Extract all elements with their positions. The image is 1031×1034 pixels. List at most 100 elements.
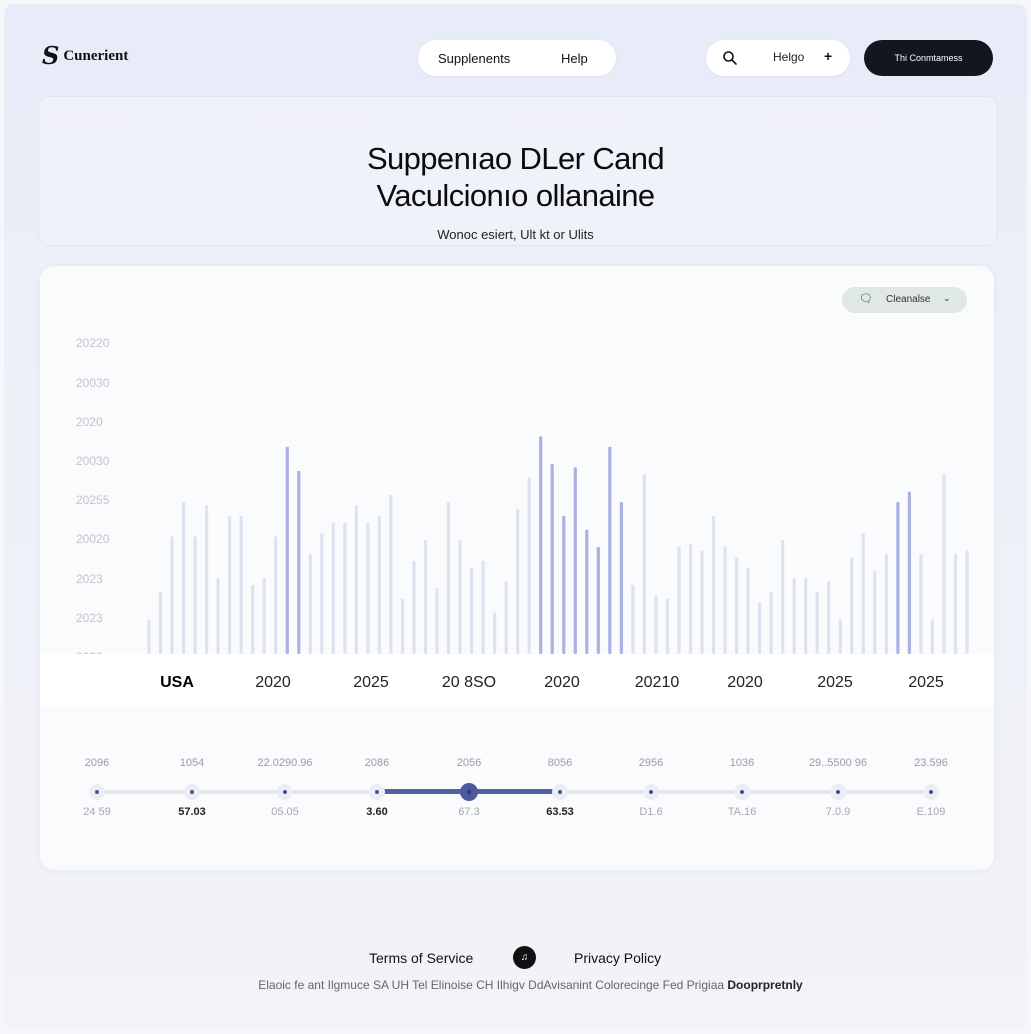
chart-bar [596,546,600,654]
slider-bottom-value: 3.60 [366,806,388,818]
chart-bar [677,546,681,654]
slider-handle[interactable] [923,784,939,800]
slider-handle[interactable] [830,784,846,800]
slider-top-value: 2956 [638,757,664,769]
chart-bar [804,578,808,654]
chart-bar [631,584,635,654]
chart-bar [504,581,508,654]
chart-bar [297,470,301,654]
chart-bar [619,502,623,654]
chart-bar [458,540,462,654]
chart-bar [758,602,762,654]
slider-bottom-value: 63.53 [546,806,574,818]
chart-bar [400,598,405,654]
slider-top-value: 1054 [179,757,205,769]
slider-top-value: 2056 [456,757,482,769]
slider-bottom-value: 24 59 [83,806,111,818]
x-tick-label: USA [160,674,194,691]
slider-handle[interactable] [369,784,385,800]
chart-bar [642,474,646,654]
x-tick-label: 2025 [817,674,853,691]
chart-bar [435,588,439,654]
slider-handle[interactable] [552,784,568,800]
x-tick-label: 2020 [727,674,763,691]
slider-top-value: 1036 [729,757,755,769]
chart-bar [896,502,900,654]
x-tick-label: 2020 [255,674,291,691]
terms-link[interactable]: Terms of Service [369,950,473,966]
chart-bar [377,515,381,654]
slider-handle[interactable] [734,784,750,800]
chart-bar [930,619,934,654]
chart-bar [838,619,842,654]
chart-bar [815,591,819,654]
chart-bar [608,446,612,654]
chart-bar [481,560,485,654]
chart-bar [827,581,831,654]
x-tick-label: 2020 [544,674,580,691]
chart-bar [262,578,266,654]
chart-bar [919,553,923,654]
slider-bottom-value: E.109 [916,806,946,818]
slider-top-value: 2086 [364,757,390,769]
chart-bar [216,578,220,654]
slider-handle-active[interactable] [460,783,478,801]
chart-bar [792,578,796,654]
slider-top-value: 2096 [84,757,110,769]
chart-bar [539,436,543,654]
chart-bar [470,567,474,654]
slider-bottom-value: 67.3 [458,806,480,818]
slider-bottom-value: TA.16 [727,806,757,818]
chart-bar [884,553,888,654]
chart-bar [389,495,393,654]
chart-bar [366,522,370,654]
chart-bar [723,546,727,654]
chart-bar [423,540,428,654]
chart-bar [907,491,911,654]
chart-bar [735,557,739,654]
chart-bar [654,595,658,654]
slider-handle[interactable] [277,784,293,800]
chart-bar [769,591,773,654]
footer-copyright-bold: Dooprpretnly [727,978,803,992]
slider-bottom-value: 7.0.9 [825,806,851,818]
slider-bottom-value: D1.6 [639,806,663,818]
slider-handle[interactable] [184,784,200,800]
chart-bar [781,540,785,654]
chart-bar [711,515,716,654]
chart-bar [746,567,750,654]
chart-bar [493,612,497,654]
privacy-link[interactable]: Privacy Policy [574,950,661,966]
chart-bar [147,619,151,654]
footer-copyright-text: Elaoic fe ant Ilgmuce SA UH Tel Elinoise… [258,978,725,992]
slider-handle[interactable] [89,784,105,800]
chart-bar [573,467,577,654]
chart-bar [274,536,278,654]
slider-top-value: 8056 [547,757,573,769]
chart-bar [700,550,704,654]
chart-bar [665,598,670,654]
slider-top-value: 29..5500 96 [808,757,868,769]
x-tick-label: 20210 [634,674,680,691]
chart-bar [251,584,255,654]
chart-bar [239,515,243,654]
chart-bar [182,502,186,654]
chart-bar [562,515,566,654]
chart-bar [688,543,693,654]
chart-bar [331,522,335,654]
chart-bar [170,536,174,654]
chart-bar [354,505,358,654]
chart-bar [412,560,416,654]
x-tick-label: 20 8SO [441,674,497,691]
chart-bar [873,571,877,654]
chart-bar [861,533,865,654]
chart-bar [550,463,554,654]
chart-bar [953,553,958,654]
slider-handle[interactable] [643,784,659,800]
chart-bar [942,474,946,654]
chart-bar [193,536,197,654]
slider-top-value: 22.0290.96 [257,757,313,769]
chart-bar [585,529,589,654]
chart-bar [228,515,232,654]
chart-bar [965,550,969,654]
